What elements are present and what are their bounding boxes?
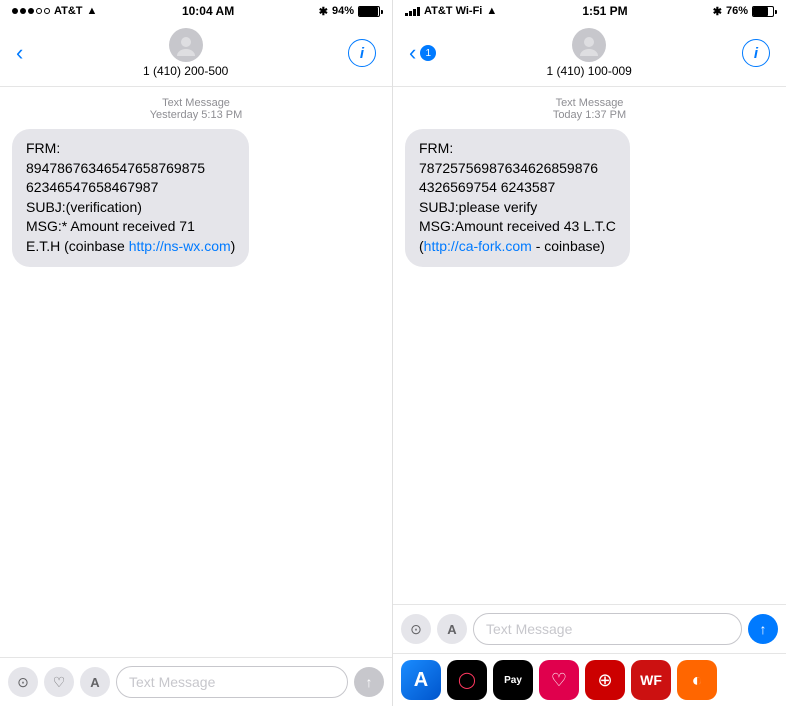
avatar-right — [572, 28, 606, 62]
time-left: 10:04 AM — [182, 4, 234, 18]
bar4 — [417, 7, 420, 16]
heart-button-left[interactable]: ♡ — [44, 667, 74, 697]
messages-area-left: Text Message Yesterday 5:13 PM FRM: 8947… — [0, 87, 392, 657]
bar2 — [409, 11, 412, 16]
phone-number-left: 1 (410) 200-500 — [143, 64, 228, 78]
orange-icon: ◐ — [692, 670, 703, 691]
status-bar-right: AT&T Wi-Fi ▲ 1:51 PM ✱ 76% — [393, 0, 786, 22]
back-button-right[interactable]: ‹ 1 — [409, 40, 436, 66]
avatar-left — [169, 28, 203, 62]
signal-dots — [12, 8, 50, 14]
carrier-left: AT&T — [54, 5, 83, 17]
camera-icon-right: ⊙ — [410, 621, 422, 638]
info-icon-right: i — [754, 45, 758, 62]
bar3 — [413, 9, 416, 16]
camera-icon-left: ⊙ — [17, 674, 29, 691]
back-chevron-right: ‹ — [409, 40, 416, 66]
nav-center-right: 1 (410) 100-009 — [546, 28, 631, 78]
appstore-icon-left: A — [90, 675, 99, 690]
msg-date-right: Today 1:37 PM — [393, 109, 786, 121]
dot-4 — [36, 8, 42, 14]
wifi-icon-left: ▲ — [87, 5, 98, 17]
bar1 — [405, 13, 408, 16]
message-type-label-right: Text Message Today 1:37 PM — [393, 97, 786, 121]
dot-2 — [20, 8, 26, 14]
app-icon-wf[interactable]: WF — [631, 660, 671, 700]
camera-button-right[interactable]: ⊙ — [401, 614, 431, 644]
appstore-dock-icon: A — [414, 669, 428, 692]
back-button-left[interactable]: ‹ — [16, 40, 23, 66]
signal-bars-right — [405, 6, 420, 16]
app-icon-applepay[interactable]: Pay — [493, 660, 533, 700]
dot-5 — [44, 8, 50, 14]
app-icon-activity[interactable]: ◯ — [447, 660, 487, 700]
input-placeholder-left: Text Message — [129, 674, 215, 690]
camera-button-left[interactable]: ⊙ — [8, 667, 38, 697]
messages-area-right: Text Message Today 1:37 PM FRM: 78725756… — [393, 87, 786, 604]
heart-icon-left: ♡ — [53, 674, 66, 691]
app-dock-right: A ◯ Pay ♡ ⊕ WF ◐ — [393, 653, 786, 706]
send-icon-right: ↑ — [760, 621, 767, 637]
activity-icon: ◯ — [458, 670, 476, 690]
message-bubble-left: FRM: 89478676346547658769875 62346547658… — [12, 129, 249, 267]
nav-bar-right: ‹ 1 1 (410) 100-009 i — [393, 22, 786, 87]
status-right-right: ✱ 76% — [713, 5, 774, 18]
phone-number-right: 1 (410) 100-009 — [546, 64, 631, 78]
appstore-button-right[interactable]: A — [437, 614, 467, 644]
message-link-right[interactable]: http://ca-fork.com — [424, 238, 532, 254]
bluetooth-icon: ✱ — [319, 5, 328, 18]
input-bar-right: ⊙ A Text Message ↑ — [393, 604, 786, 653]
globe-icon: ⊕ — [597, 670, 612, 691]
carrier-right: AT&T Wi-Fi — [424, 5, 482, 17]
battery-pct-left: 94% — [332, 5, 354, 17]
app-icon-orange[interactable]: ◐ — [677, 660, 717, 700]
input-bar-left: ⊙ ♡ A Text Message ↑ — [0, 657, 392, 706]
app-icon-globe[interactable]: ⊕ — [585, 660, 625, 700]
message-wrap-left: FRM: 89478676346547658769875 62346547658… — [0, 129, 392, 267]
msg-date-left: Yesterday 5:13 PM — [0, 109, 392, 121]
status-right-left: ✱ 94% — [319, 5, 380, 18]
battery-icon-left — [358, 6, 380, 17]
text-input-left[interactable]: Text Message — [116, 666, 348, 698]
status-bar-left: AT&T ▲ 10:04 AM ✱ 94% — [0, 0, 392, 22]
status-left-right: AT&T Wi-Fi ▲ — [405, 5, 497, 17]
dot-1 — [12, 8, 18, 14]
heart-dock-icon: ♡ — [551, 670, 567, 691]
send-icon-left: ↑ — [366, 674, 373, 690]
message-link-left[interactable]: http://ns-wx.com — [129, 238, 231, 254]
nav-center-left: 1 (410) 200-500 — [143, 28, 228, 78]
text-input-right[interactable]: Text Message — [473, 613, 742, 645]
nav-badge-right: 1 — [420, 45, 436, 61]
applepay-icon: Pay — [504, 675, 522, 686]
send-button-left[interactable]: ↑ — [354, 667, 384, 697]
bluetooth-icon-right: ✱ — [713, 5, 722, 18]
nav-bar-left: ‹ 1 (410) 200-500 i — [0, 22, 392, 87]
left-phone-screen: AT&T ▲ 10:04 AM ✱ 94% ‹ 1 (410) 200-500 — [0, 0, 393, 706]
wf-icon: WF — [640, 672, 662, 688]
dot-3 — [28, 8, 34, 14]
battery-icon-right — [752, 6, 774, 17]
appstore-button-left[interactable]: A — [80, 667, 110, 697]
message-bubble-right: FRM: 78725756987634626859876 4326569754 … — [405, 129, 630, 267]
info-button-right[interactable]: i — [742, 39, 770, 67]
msg-type-left: Text Message — [0, 97, 392, 109]
input-placeholder-right: Text Message — [486, 621, 572, 637]
info-button-left[interactable]: i — [348, 39, 376, 67]
battery-pct-right: 76% — [726, 5, 748, 17]
appstore-icon-right: A — [447, 622, 456, 637]
right-phone-screen: AT&T Wi-Fi ▲ 1:51 PM ✱ 76% ‹ 1 1 (410) 1… — [393, 0, 786, 706]
status-left-left: AT&T ▲ — [12, 5, 97, 17]
wifi-icon-right: ▲ — [486, 5, 497, 17]
info-icon-left: i — [360, 45, 364, 62]
msg-type-right: Text Message — [393, 97, 786, 109]
app-icon-appstore[interactable]: A — [401, 660, 441, 700]
time-right: 1:51 PM — [582, 4, 627, 18]
app-icon-heart[interactable]: ♡ — [539, 660, 579, 700]
back-chevron-left: ‹ — [16, 40, 23, 66]
message-wrap-right: FRM: 78725756987634626859876 4326569754 … — [393, 129, 786, 267]
send-button-right[interactable]: ↑ — [748, 614, 778, 644]
message-type-label-left: Text Message Yesterday 5:13 PM — [0, 97, 392, 121]
